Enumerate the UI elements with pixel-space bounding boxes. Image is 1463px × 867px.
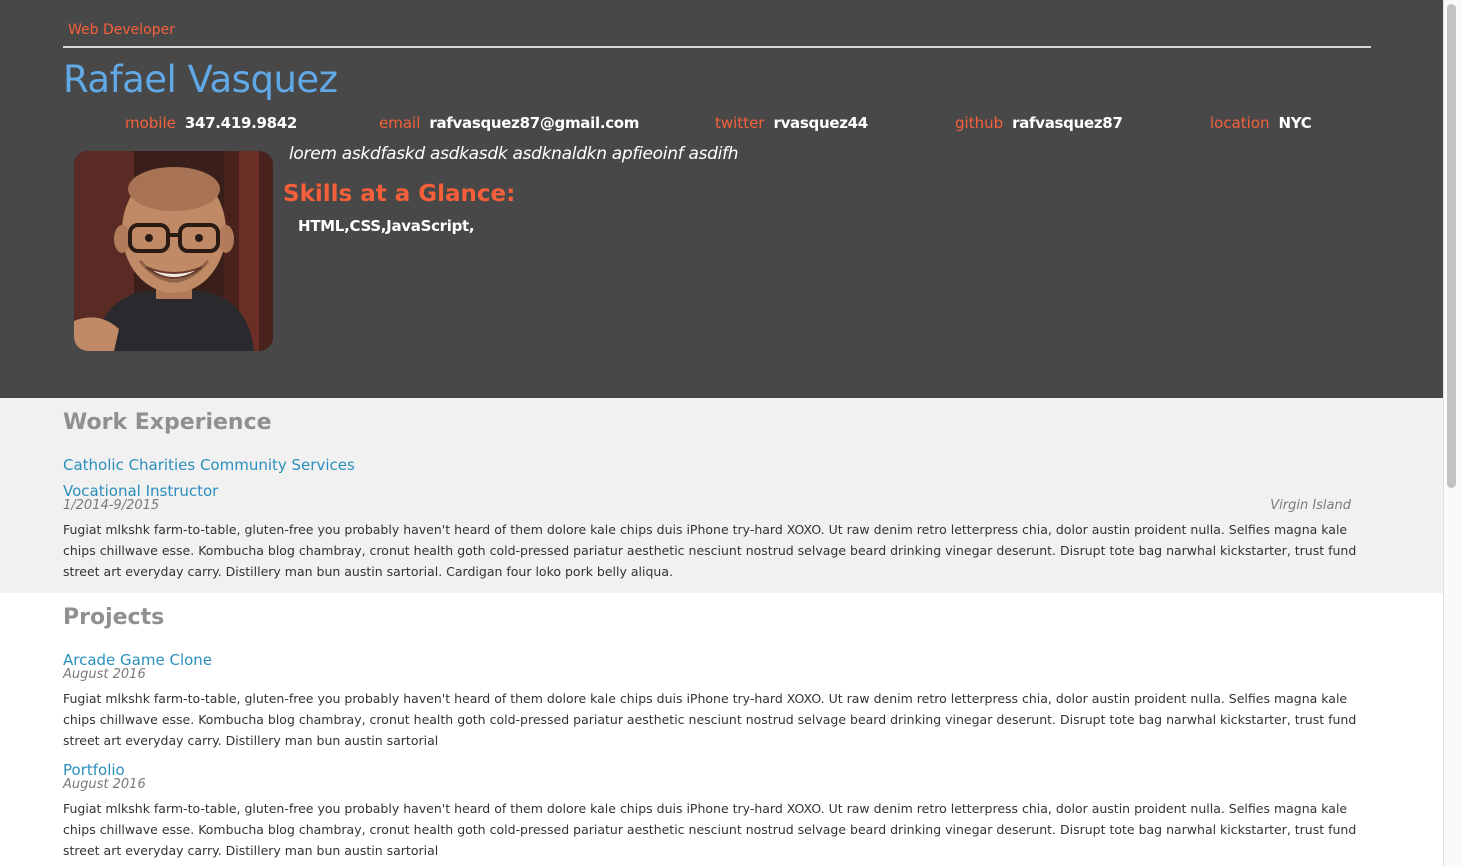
contact-mobile: mobile 347.419.9842 bbox=[125, 114, 297, 132]
project-description: Fugiat mlkshk farm-to-table, gluten-free… bbox=[63, 801, 1357, 858]
contact-value[interactable]: rafvasquez87 bbox=[1012, 114, 1123, 132]
contact-value[interactable]: rafvasquez87@gmail.com bbox=[429, 114, 639, 132]
job-description: Fugiat mlkshk farm-to-table, gluten-free… bbox=[63, 522, 1357, 579]
contact-value[interactable]: rvasquez44 bbox=[773, 114, 868, 132]
project-dates: August 2016 bbox=[63, 777, 146, 792]
profile-photo bbox=[74, 151, 273, 351]
project-dates: August 2016 bbox=[63, 667, 146, 682]
employer-link[interactable]: Catholic Charities Community Services bbox=[63, 456, 355, 474]
contact-location: location NYC bbox=[1210, 114, 1312, 132]
contact-label: mobile bbox=[125, 114, 176, 132]
job-location: Virgin Island bbox=[1270, 498, 1351, 513]
role-title: Web Developer bbox=[68, 22, 175, 38]
contact-value: 347.419.9842 bbox=[184, 114, 298, 132]
contact-label: twitter bbox=[715, 114, 765, 132]
person-name: Rafael Vasquez bbox=[63, 58, 338, 101]
header: Web Developer Rafael Vasquez mobile 347.4… bbox=[0, 0, 1443, 398]
contact-label: location bbox=[1210, 114, 1270, 132]
welcome-message: lorem askdfaskd asdkasdk asdknaldkn apfi… bbox=[289, 144, 739, 164]
job-dates: 1/2014-9/2015 bbox=[63, 498, 160, 513]
skills-heading: Skills at a Glance: bbox=[283, 181, 516, 207]
scrollbar-thumb[interactable] bbox=[1447, 4, 1456, 488]
skills-list: HTML,CSS,JavaScript, bbox=[298, 217, 475, 235]
contact-github[interactable]: github rafvasquez87 bbox=[955, 114, 1123, 132]
contact-label: email bbox=[379, 114, 421, 132]
work-section-title: Work Experience bbox=[63, 410, 272, 435]
projects-section: Projects Arcade Game Clone August 2016 F… bbox=[0, 593, 1443, 867]
contact-twitter[interactable]: twitter rvasquez44 bbox=[715, 114, 868, 132]
contact-value: NYC bbox=[1278, 114, 1312, 132]
projects-section-title: Projects bbox=[63, 605, 165, 630]
contact-label: github bbox=[955, 114, 1004, 132]
contact-email[interactable]: email rafvasquez87@gmail.com bbox=[379, 114, 639, 132]
header-divider bbox=[63, 46, 1371, 48]
work-experience-section: Work Experience Catholic Charities Commu… bbox=[0, 398, 1443, 593]
project-description: Fugiat mlkshk farm-to-table, gluten-free… bbox=[63, 691, 1357, 748]
